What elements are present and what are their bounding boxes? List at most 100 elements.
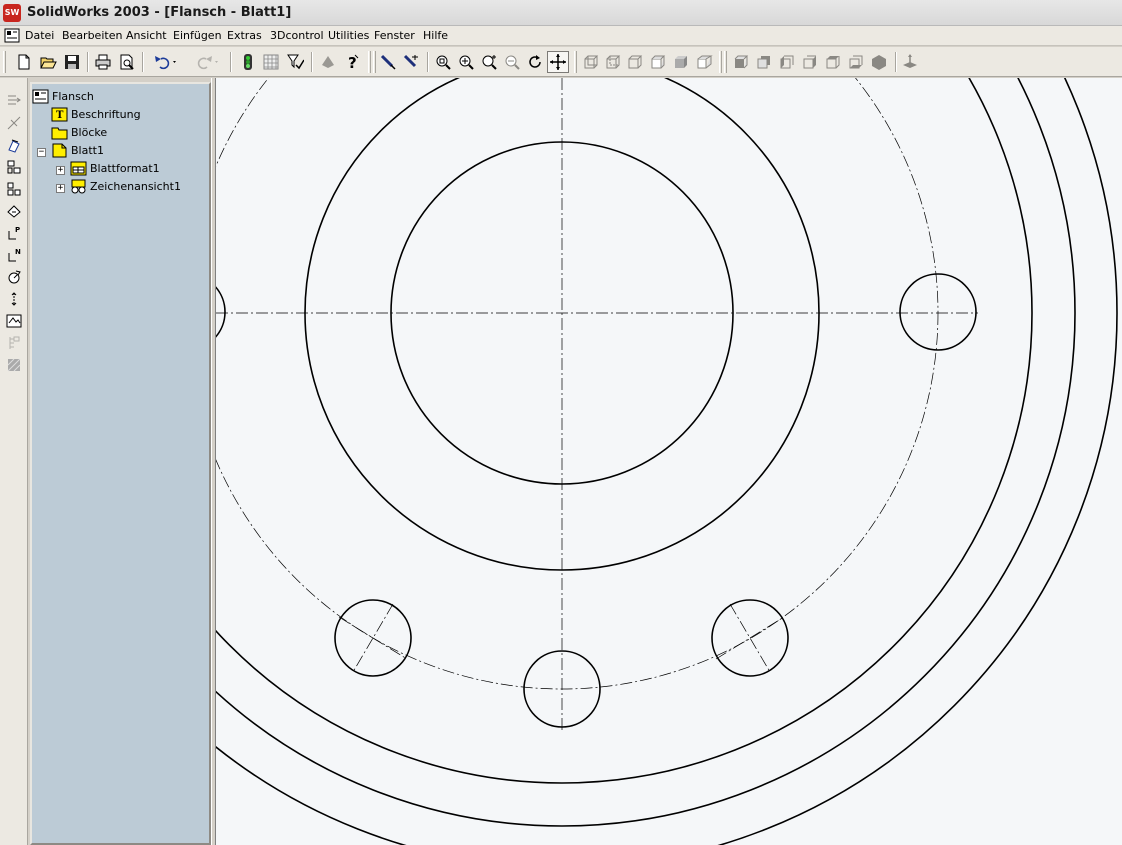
print-preview-icon[interactable] [116, 51, 138, 73]
bolt-hole-centerline [715, 616, 785, 660]
tree-item-blatt1[interactable]: Blatt1 [51, 142, 104, 159]
selection-filter-icon[interactable] [284, 51, 306, 73]
tree-item-label: Beschriftung [71, 108, 141, 121]
rotate-view-icon[interactable] [524, 51, 546, 73]
bolt-hole [216, 286, 226, 338]
drawing-canvas[interactable] [216, 78, 1122, 845]
back-view-icon[interactable] [753, 51, 775, 73]
save-icon[interactable] [61, 51, 83, 73]
zoom-in-out-icon[interactable] [455, 51, 477, 73]
drawing-toolbar: P N [0, 78, 28, 845]
isometric-view-icon[interactable] [868, 51, 890, 73]
toolbar-grip[interactable] [368, 51, 371, 73]
menu-hilfe[interactable]: Hilfe [423, 29, 448, 42]
tree-item-label: Blatt1 [71, 144, 104, 157]
toolbar-grip[interactable] [719, 51, 722, 73]
hidden-lines-removed-icon[interactable] [624, 51, 646, 73]
tree-root[interactable]: Flansch [32, 88, 94, 105]
toolbar-separator [427, 52, 429, 72]
toolbar-separator [230, 52, 232, 72]
bolt-circle-centerline [216, 78, 939, 690]
pan-icon[interactable] [547, 51, 569, 73]
shaded-icon[interactable] [670, 51, 692, 73]
expand-zeichenansicht1-toggle[interactable]: + [56, 184, 65, 193]
top-view-icon[interactable] [822, 51, 844, 73]
perspective-icon[interactable] [693, 51, 715, 73]
drawing-document-icon [32, 89, 49, 104]
open-icon[interactable] [37, 51, 59, 73]
menu-fenster[interactable]: Fenster [374, 29, 415, 42]
named-view-icon[interactable] [4, 333, 24, 353]
tree-item-zeichenansicht1[interactable]: Zeichenansicht1 [70, 178, 181, 195]
tree-item-blattformat1[interactable]: Blattformat1 [70, 160, 160, 177]
sketch-icon[interactable] [377, 51, 399, 73]
standard-3-view-icon[interactable] [4, 311, 24, 331]
bottom-view-icon[interactable] [845, 51, 867, 73]
tree-item-label: Blattformat1 [90, 162, 160, 175]
grid-icon[interactable] [260, 51, 282, 73]
flange-rim-circle [216, 78, 1118, 845]
menu-bar: Datei Bearbeiten Ansicht Einfügen Extras… [0, 26, 1122, 46]
menu-einfuegen[interactable]: Einfügen [173, 29, 222, 42]
drawing-document-icon[interactable] [4, 28, 20, 43]
wireframe-icon[interactable] [580, 51, 602, 73]
undo-icon[interactable] [147, 51, 181, 73]
section-view-icon[interactable] [4, 157, 24, 177]
shaded-with-edges-icon[interactable] [647, 51, 669, 73]
annotations-icon: T [51, 107, 68, 122]
window-title: SolidWorks 2003 - [Flansch - Blatt1] [27, 5, 292, 20]
expand-blattformat1-toggle[interactable]: + [56, 166, 65, 175]
help-icon[interactable]: ? [341, 51, 363, 73]
zoom-to-selection-icon[interactable] [501, 51, 523, 73]
tree-item-label: Zeichenansicht1 [90, 180, 181, 193]
menu-datei[interactable]: Datei [25, 29, 54, 42]
normal-to-icon[interactable] [899, 51, 921, 73]
auxiliary-view-icon[interactable] [4, 135, 24, 155]
left-view-icon[interactable] [776, 51, 798, 73]
broken-out-view-icon[interactable]: P [4, 223, 24, 243]
main-toolbar: ? [0, 47, 1122, 77]
toolbar-separator [87, 52, 89, 72]
zoom-to-fit-icon[interactable] [432, 51, 454, 73]
flange-drawing [216, 78, 1118, 845]
tree-item-beschriftung[interactable]: T Beschriftung [51, 106, 141, 123]
rebuild-icon[interactable] [237, 51, 259, 73]
toolbar-grip[interactable] [724, 51, 727, 73]
tree-root-label: Flansch [52, 90, 94, 103]
toolbar-grip[interactable] [373, 51, 376, 73]
toolbar-grip[interactable] [574, 51, 577, 73]
blocks-folder-icon [51, 127, 68, 140]
zoom-to-area-icon[interactable] [478, 51, 500, 73]
print-icon[interactable] [92, 51, 114, 73]
tree-item-bloecke[interactable]: Blöcke [51, 124, 107, 141]
hatch-icon[interactable] [4, 355, 24, 375]
collapse-blatt1-toggle[interactable]: − [37, 148, 46, 157]
detail-view-icon[interactable] [4, 179, 24, 199]
tree-item-label: Blöcke [71, 126, 108, 139]
menu-3dcontrol[interactable]: 3Dcontrol [270, 29, 324, 42]
toolbar-separator [311, 52, 313, 72]
toolbar-separator [895, 52, 897, 72]
front-view-icon[interactable] [730, 51, 752, 73]
smart-dimension-icon[interactable] [400, 51, 422, 73]
menu-utilities[interactable]: Utilities [328, 29, 369, 42]
svg-text:T: T [56, 110, 64, 121]
options-icon[interactable] [317, 51, 339, 73]
new-icon[interactable] [13, 51, 35, 73]
break-view-icon[interactable]: N [4, 245, 24, 265]
solidworks-logo-icon[interactable]: SW [3, 4, 21, 22]
right-view-icon[interactable] [799, 51, 821, 73]
menu-ansicht[interactable]: Ansicht [126, 29, 167, 42]
alternate-position-icon[interactable] [4, 267, 24, 287]
projected-view-icon[interactable] [4, 113, 24, 133]
redo-icon[interactable] [190, 51, 224, 73]
hidden-lines-visible-icon[interactable] [602, 51, 624, 73]
model-view-icon[interactable] [4, 90, 24, 110]
crop-view-icon[interactable] [4, 201, 24, 221]
relative-view-icon[interactable] [4, 289, 24, 309]
menu-extras[interactable]: Extras [227, 29, 262, 42]
menu-bearbeiten[interactable]: Bearbeiten [62, 29, 122, 42]
toolbar-separator [142, 52, 144, 72]
toolbar-grip[interactable] [3, 51, 6, 73]
svg-text:P: P [15, 226, 20, 234]
